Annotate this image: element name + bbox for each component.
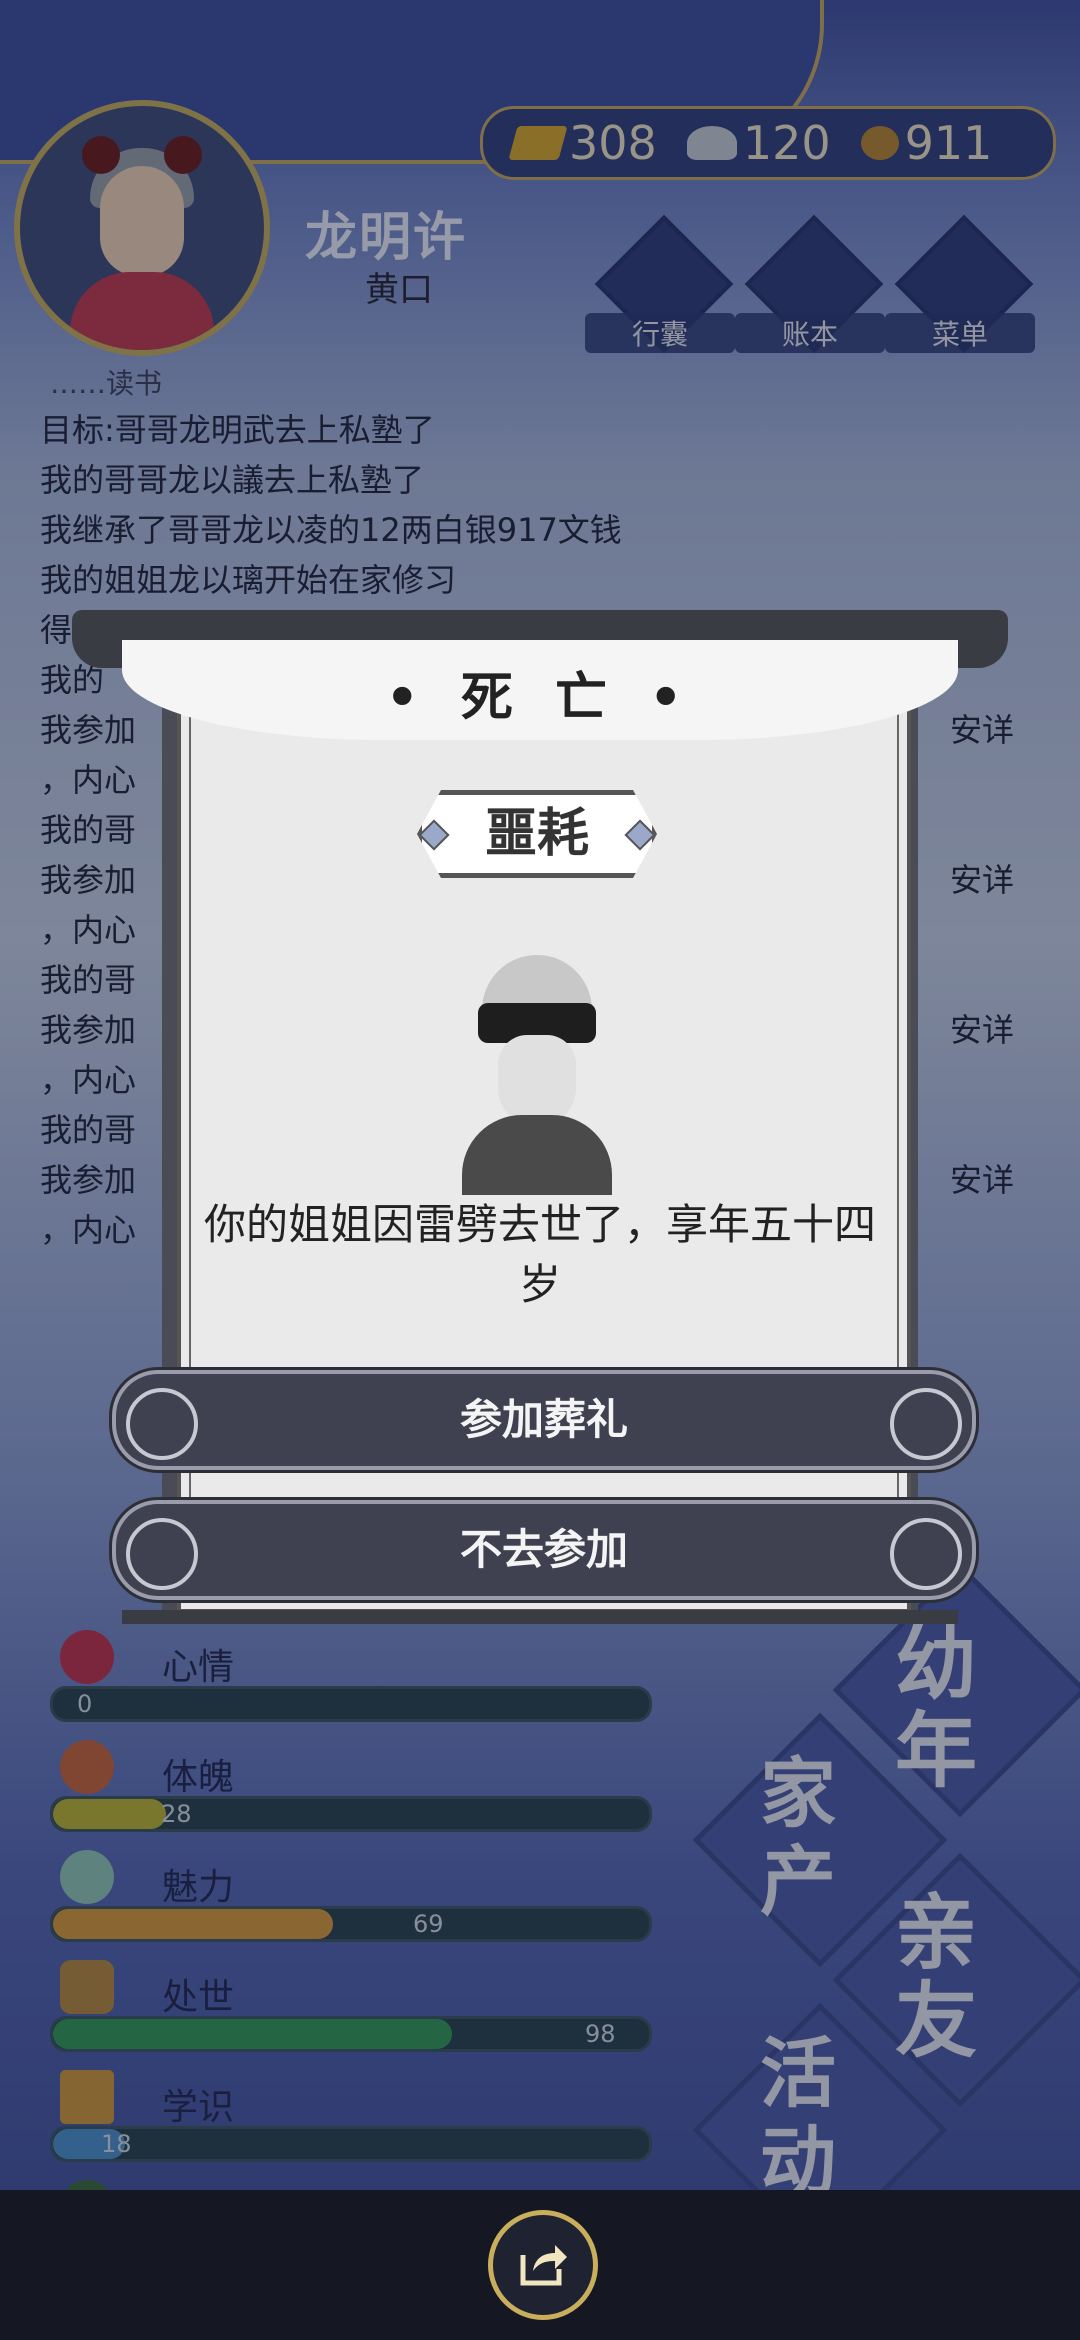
badge-text: 噩耗: [484, 804, 589, 864]
dialog-bottom-beam: [122, 1610, 958, 1624]
portrait-robe: [462, 1115, 612, 1195]
share-button[interactable]: [488, 2210, 598, 2320]
attend-funeral-label: 参加葬礼: [459, 1395, 628, 1444]
death-message: 你的姐姐因雷劈去世了，享年五十四岁: [203, 1200, 876, 1309]
bad-news-badge: 噩耗: [417, 790, 657, 878]
death-notice-dialog: • 死 亡 • 噩耗 你的姐姐因雷劈去世了，享年五十四岁 参加葬礼 不去参加: [72, 600, 1008, 1624]
attend-funeral-button[interactable]: 参加葬礼: [112, 1370, 976, 1470]
dialog-title: • 死 亡 •: [385, 668, 695, 728]
decline-funeral-label: 不去参加: [459, 1525, 628, 1574]
portrait-face: [498, 1035, 576, 1127]
share-icon: [520, 2245, 567, 2286]
decline-funeral-button[interactable]: 不去参加: [112, 1500, 976, 1600]
deceased-portrait: [462, 955, 612, 1195]
